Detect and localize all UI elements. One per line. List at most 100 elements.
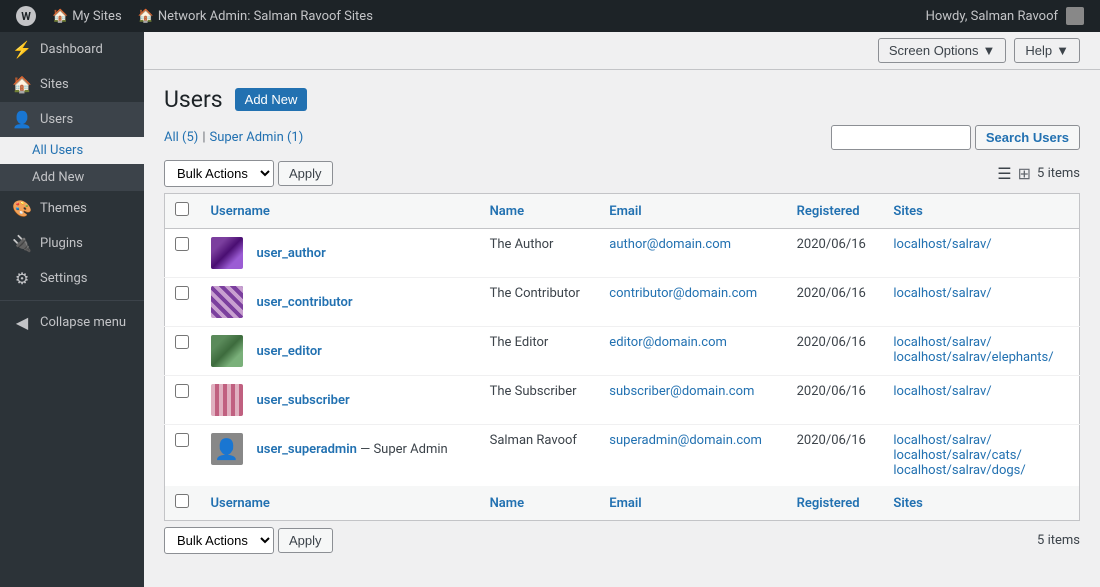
bulk-actions-select-top[interactable]: Bulk Actions Delete: [164, 160, 274, 187]
site-link[interactable]: localhost/salrav/: [893, 433, 1069, 448]
row-name-cell: The Contributor: [480, 278, 600, 327]
row-checkbox[interactable]: [175, 384, 189, 398]
email-link[interactable]: superadmin@domain.com: [609, 433, 762, 448]
users-icon: 👤: [12, 110, 32, 129]
sidebar-item-users[interactable]: 👤 Users: [0, 102, 144, 137]
th-sites[interactable]: Sites: [883, 194, 1079, 229]
sidebar-item-all-users[interactable]: All Users: [0, 137, 144, 164]
row-registered-cell: 2020/06/16: [787, 327, 884, 376]
site-link[interactable]: localhost/salrav/dogs/: [893, 463, 1069, 478]
row-checkbox[interactable]: [175, 433, 189, 447]
table-row: user_author The Author author@domain.com 20…: [165, 229, 1080, 278]
items-count-top: ☰ ⊞ 5 items: [997, 164, 1080, 183]
sidebar-item-collapse[interactable]: ◀ Collapse menu: [0, 305, 144, 340]
row-sites-cell: localhost/salrav/: [883, 278, 1079, 327]
site-link[interactable]: localhost/salrav/: [893, 286, 1069, 301]
th-email[interactable]: Email: [599, 194, 786, 229]
bulk-row-bottom: Bulk Actions Delete Apply 5 items: [164, 527, 1080, 554]
select-all-checkbox[interactable]: [175, 202, 189, 216]
row-registered-cell: 2020/06/16: [787, 376, 884, 425]
sidebar-item-settings[interactable]: ⚙ Settings: [0, 261, 144, 296]
site-link[interactable]: localhost/salrav/: [893, 384, 1069, 399]
user-avatar: [211, 335, 243, 367]
grid-view-icon[interactable]: ⊞: [1018, 164, 1031, 183]
my-sites-menu[interactable]: 🏠 My Sites: [44, 0, 130, 32]
screen-options-arrow: ▼: [983, 43, 996, 58]
row-checkbox[interactable]: [175, 335, 189, 349]
sidebar: ⚡ Dashboard 🏠 Sites 👤 Users All Users Ad…: [0, 32, 144, 587]
network-admin-link[interactable]: 🏠 Network Admin: Salman Ravoof Sites: [130, 0, 381, 32]
site-link[interactable]: localhost/salrav/elephants/: [893, 350, 1069, 365]
house-icon: 🏠: [52, 9, 68, 24]
search-row: Search Users: [831, 125, 1080, 150]
username-link[interactable]: user_superadmin: [257, 442, 357, 457]
tf-username[interactable]: Username: [201, 486, 480, 521]
sidebar-item-dashboard[interactable]: ⚡ Dashboard: [0, 32, 144, 67]
sidebar-item-add-new[interactable]: Add New: [0, 164, 144, 191]
table-row: user_subscriberThe Subscribersubscriber@…: [165, 376, 1080, 425]
row-email-cell: editor@domain.com: [599, 327, 786, 376]
username-link[interactable]: user_editor: [257, 344, 322, 359]
site-link[interactable]: localhost/salrav/cats/: [893, 448, 1069, 463]
table-body: user_author The Author author@domain.com 20…: [165, 229, 1080, 487]
site-link[interactable]: localhost/salrav/: [893, 237, 1069, 252]
sidebar-item-sites[interactable]: 🏠 Sites: [0, 67, 144, 102]
row-username-cell: user_contributor: [201, 278, 480, 327]
filter-super-admin-link[interactable]: Super Admin (1): [210, 130, 304, 145]
table-foot: Username Name Email Registered Sites: [165, 486, 1080, 521]
help-label: Help: [1025, 43, 1052, 58]
filter-links: All (5) | Super Admin (1): [164, 130, 303, 145]
tf-registered[interactable]: Registered: [787, 486, 884, 521]
sidebar-item-plugins[interactable]: 🔌 Plugins: [0, 226, 144, 261]
select-all-checkbox-bottom[interactable]: [175, 494, 189, 508]
add-new-button[interactable]: Add New: [235, 88, 308, 111]
filter-row: All (5) | Super Admin (1) Search Users: [164, 125, 1080, 150]
wp-logo[interactable]: W: [8, 0, 44, 32]
apply-button-bottom[interactable]: Apply: [278, 528, 333, 553]
table-row: user_superadmin — Super AdminSalman Ravo…: [165, 425, 1080, 487]
sidebar-themes-label: Themes: [40, 201, 87, 216]
email-link[interactable]: subscriber@domain.com: [609, 384, 754, 399]
tf-email[interactable]: Email: [599, 486, 786, 521]
email-link[interactable]: editor@domain.com: [609, 335, 727, 350]
filter-all-link[interactable]: All (5): [164, 130, 198, 145]
username-text-wrapper: user_subscriber: [257, 393, 350, 408]
items-count-label-bottom: 5 items: [1037, 533, 1080, 548]
tf-name[interactable]: Name: [480, 486, 600, 521]
sidebar-item-themes[interactable]: 🎨 Themes: [0, 191, 144, 226]
network-admin-label: Network Admin: Salman Ravoof Sites: [158, 9, 373, 24]
tf-sites[interactable]: Sites: [883, 486, 1079, 521]
email-link[interactable]: author@domain.com: [609, 237, 731, 252]
th-registered[interactable]: Registered: [787, 194, 884, 229]
apply-button-top[interactable]: Apply: [278, 161, 333, 186]
search-input[interactable]: [831, 125, 971, 150]
list-view-icon[interactable]: ☰: [997, 164, 1011, 183]
username-link[interactable]: user_subscriber: [257, 393, 350, 408]
th-name[interactable]: Name: [480, 194, 600, 229]
row-checkbox[interactable]: [175, 286, 189, 300]
th-username[interactable]: Username: [201, 194, 480, 229]
username-link[interactable]: user_author: [257, 246, 326, 261]
th-checkbox: [165, 194, 201, 229]
howdy-menu[interactable]: Howdy, Salman Ravoof: [918, 7, 1092, 25]
collapse-icon: ◀: [12, 313, 32, 332]
username-link[interactable]: user_contributor: [257, 295, 353, 310]
row-checkbox[interactable]: [175, 237, 189, 251]
my-sites-label: My Sites: [72, 9, 121, 24]
email-link[interactable]: contributor@domain.com: [609, 286, 757, 301]
bulk-actions-select-bottom[interactable]: Bulk Actions Delete: [164, 527, 274, 554]
help-button[interactable]: Help ▼: [1014, 38, 1080, 63]
user-avatar: [211, 286, 243, 318]
sidebar-collapse-label: Collapse menu: [40, 315, 126, 330]
row-name-cell: The Author: [480, 229, 600, 278]
search-users-button[interactable]: Search Users: [975, 125, 1080, 150]
site-link[interactable]: localhost/salrav/: [893, 335, 1069, 350]
items-count-bottom: 5 items: [1037, 533, 1080, 548]
sidebar-plugins-label: Plugins: [40, 236, 83, 251]
row-sites-cell: localhost/salrav/: [883, 376, 1079, 425]
filter-separator: |: [202, 130, 205, 145]
row-registered-cell: 2020/06/16: [787, 229, 884, 278]
screen-options-button[interactable]: Screen Options ▼: [878, 38, 1006, 63]
username-text-wrapper: user_superadmin — Super Admin: [257, 442, 448, 457]
sidebar-dashboard-label: Dashboard: [40, 42, 103, 57]
